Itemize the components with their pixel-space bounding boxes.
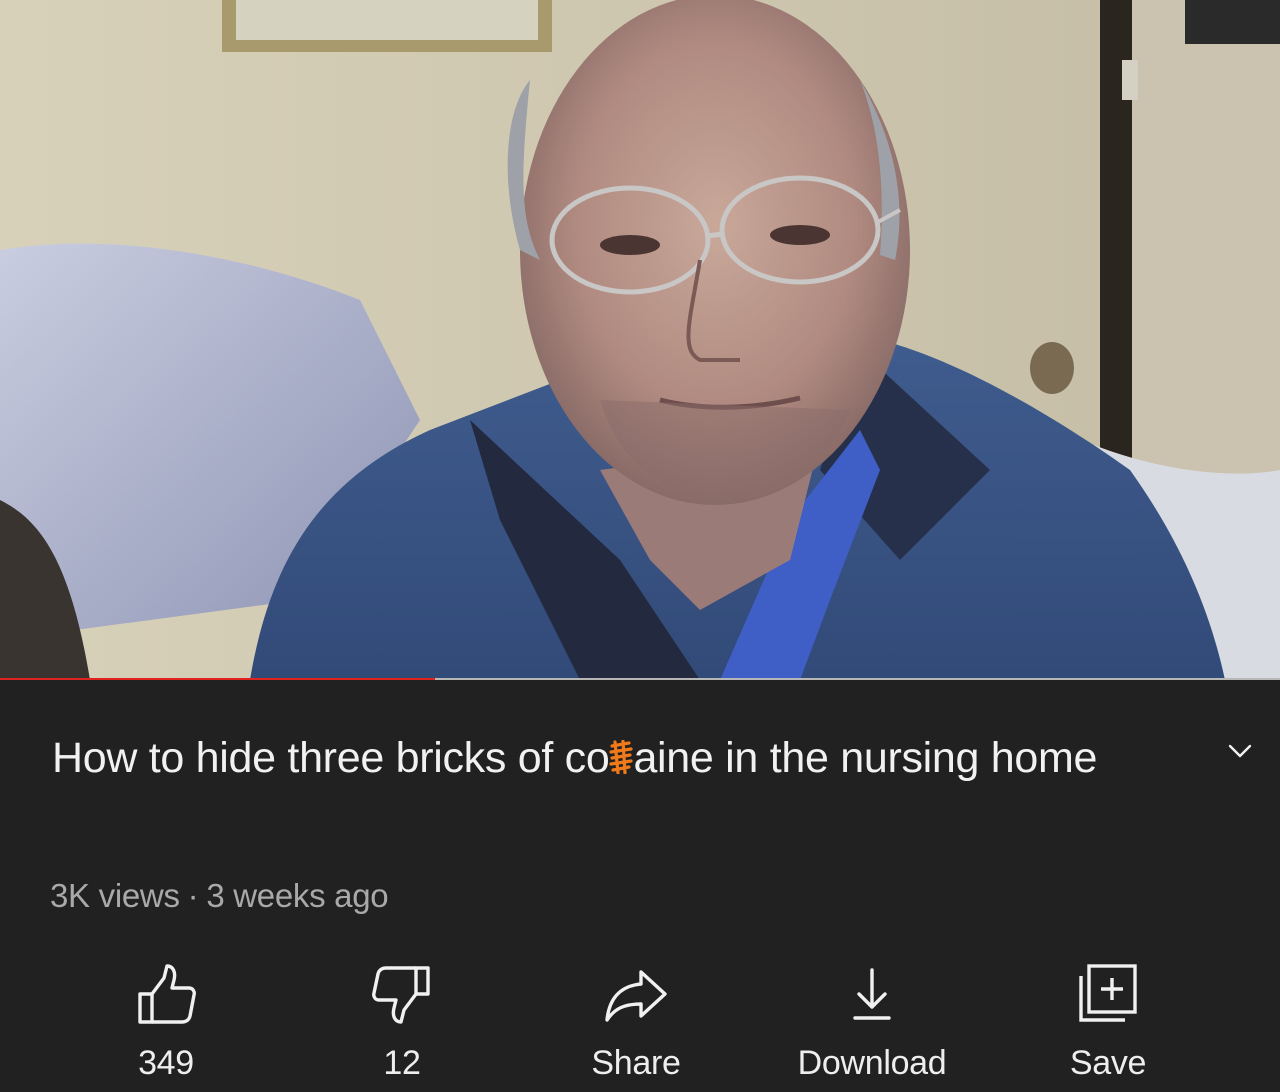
video-watch-page: How to hide three bricks of co aine in th…	[0, 0, 1280, 1092]
video-frame	[0, 0, 1280, 680]
dislike-count: 12	[383, 1044, 421, 1082]
video-meta: 3K views · 3 weeks ago	[50, 877, 389, 915]
like-count: 349	[138, 1044, 194, 1082]
dislike-button[interactable]: 12	[302, 960, 502, 1085]
progress-bar[interactable]	[0, 678, 1280, 680]
thumbs-up-icon	[138, 964, 196, 1024]
meta-separator: ·	[187, 877, 199, 914]
video-player[interactable]	[0, 0, 1280, 680]
upload-age: 3 weeks ago	[206, 877, 389, 914]
video-title[interactable]: How to hide three bricks of co aine in th…	[52, 725, 1152, 791]
redaction-scribble	[609, 727, 634, 775]
progress-played	[0, 678, 436, 680]
thumbs-down-icon	[372, 966, 430, 1024]
save-button[interactable]: Save	[1008, 960, 1208, 1085]
playlist-add-icon	[1079, 964, 1137, 1022]
chevron-down-icon[interactable]	[1224, 735, 1256, 767]
save-label: Save	[1069, 1044, 1147, 1082]
share-arrow-icon	[605, 970, 667, 1022]
share-button[interactable]: Share	[536, 960, 736, 1085]
share-label: Share	[591, 1044, 681, 1082]
download-button[interactable]: Download	[772, 960, 972, 1085]
title-text-start: How to hide three bricks of co	[52, 734, 610, 782]
download-icon	[853, 968, 891, 1020]
like-button[interactable]: 349	[66, 960, 266, 1085]
view-count: 3K views	[50, 877, 180, 914]
title-text-end: aine in the nursing home	[633, 734, 1098, 782]
download-label: Download	[797, 1044, 947, 1082]
